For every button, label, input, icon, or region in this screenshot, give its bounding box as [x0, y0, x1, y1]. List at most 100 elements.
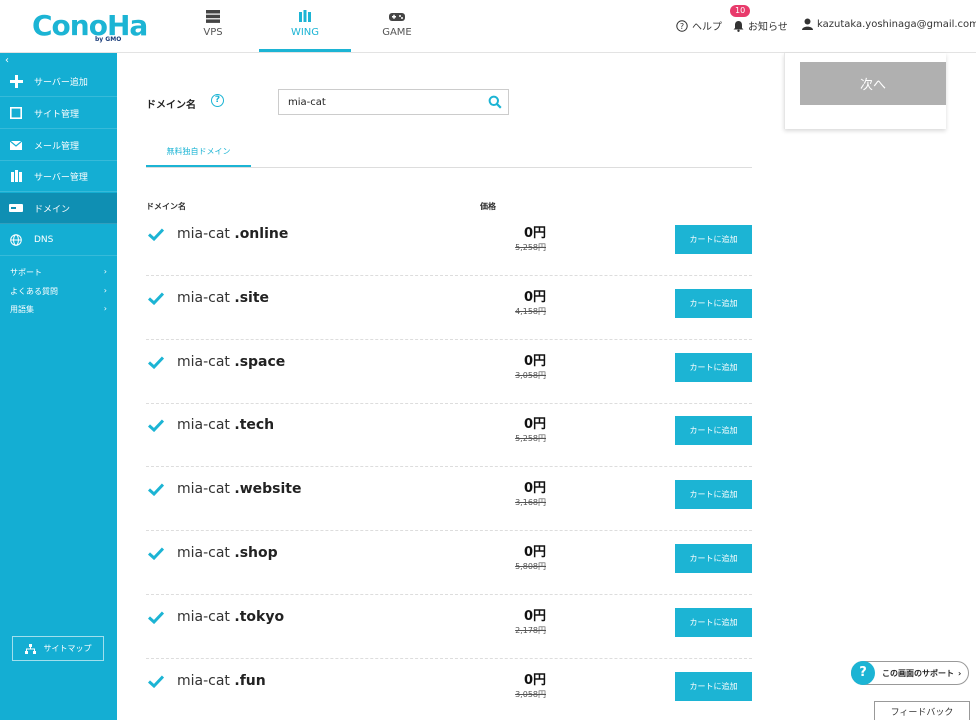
plus-icon — [9, 74, 23, 88]
sidebar-item-label: ドメイン — [34, 204, 71, 215]
sitemap-label: サイトマップ — [43, 644, 92, 653]
sidebar-link-label: よくある質問 — [10, 287, 58, 296]
domain-price: 0円 — [523, 608, 546, 624]
check-icon — [148, 356, 164, 369]
domain-original-price: 5,258円 — [515, 434, 546, 444]
domain-row: mia-cat .fun 0円 3,058円 カートに追加 — [146, 659, 752, 720]
domain-original-price: 3,168円 — [515, 498, 546, 508]
domain-name: mia-cat .website — [177, 481, 301, 497]
help-icon: ? — [676, 19, 688, 32]
bell-icon — [733, 20, 744, 32]
tab-wing[interactable]: WING — [259, 0, 351, 52]
conoha-logo[interactable]: ConoHa by GMO — [32, 9, 148, 45]
domain-row: mia-cat .shop 0円 5,808円 カートに追加 — [146, 531, 752, 595]
column-header-domain: ドメイン名 — [146, 202, 186, 211]
sitemap-button[interactable]: サイトマップ — [12, 636, 104, 661]
tab-vps[interactable]: VPS — [167, 0, 259, 52]
domain-row: mia-cat .space 0円 3,058円 カートに追加 — [146, 340, 752, 404]
domain-name: mia-cat .online — [177, 226, 288, 242]
domain-tld: .tech — [234, 417, 275, 434]
sidebar-item-domain[interactable]: ドメイン — [0, 193, 117, 224]
notice-link[interactable]: お知らせ — [733, 18, 788, 33]
tab-vps-label: VPS — [203, 27, 223, 38]
domain-original-price: 5,258円 — [515, 243, 546, 252]
chevron-right-icon: › — [103, 267, 107, 276]
search-icon[interactable] — [488, 95, 502, 109]
sidebar: ‹ サーバー追加 サイト管理 メール管理 サーバー管理 ドメイン DNS サポー… — [0, 53, 117, 720]
domain-row: mia-cat .tokyo 0円 2,178円 カートに追加 — [146, 595, 752, 659]
domain-name: mia-cat .shop — [177, 545, 278, 561]
sidebar-link-glossary[interactable]: 用語集 › — [10, 304, 107, 315]
domain-base: mia-cat — [177, 608, 235, 625]
add-to-cart-button[interactable]: カートに追加 — [675, 544, 752, 573]
domain-name: mia-cat .tokyo — [177, 609, 284, 625]
tab-free-domain[interactable]: 無料独自ドメイン — [146, 142, 251, 168]
domain-search-input[interactable] — [279, 90, 479, 115]
user-email: kazutaka.yoshinaga@gmail.com — [817, 18, 976, 30]
domain-base: mia-cat — [177, 289, 235, 306]
sidebar-link-support[interactable]: サポート › — [10, 267, 107, 278]
sidebar-item-label: DNS — [34, 235, 54, 245]
sidebar-item-mail[interactable]: メール管理 — [0, 130, 117, 161]
domain-price: 0円 — [523, 481, 546, 497]
window-icon — [9, 106, 23, 120]
domain-original-price: 3,058円 — [515, 689, 546, 699]
sidebar-link-label: 用語集 — [10, 305, 34, 314]
sidebar-item-label: サイト管理 — [34, 109, 80, 120]
wing-icon — [299, 10, 311, 22]
domain-row: mia-cat .website 0円 3,168円 カートに追加 — [146, 467, 752, 532]
domain-base: mia-cat — [177, 672, 235, 689]
sidebar-item-site[interactable]: サイト管理 — [0, 98, 117, 129]
collapse-sidebar-button[interactable]: ‹ — [5, 55, 9, 66]
add-to-cart-button[interactable]: カートに追加 — [675, 225, 752, 254]
domain-search-box — [278, 89, 509, 115]
tab-game[interactable]: GAME — [351, 0, 443, 52]
question-icon: ? — [851, 661, 875, 685]
user-icon — [802, 18, 813, 30]
check-icon — [148, 292, 164, 305]
domain-search-label: ドメイン名 — [146, 100, 196, 111]
domain-base: mia-cat — [177, 545, 235, 561]
domain-tld: .website — [234, 481, 302, 498]
server-manage-icon — [9, 169, 23, 183]
check-icon — [148, 483, 164, 497]
gamepad-icon — [389, 13, 405, 21]
next-button[interactable]: 次へ — [800, 62, 946, 105]
top-header: ConoHa by GMO VPS WING GAME ? ヘルプ お知らせ 1… — [0, 0, 976, 53]
sidebar-link-faq[interactable]: よくある質問 › — [10, 286, 107, 297]
sidebar-item-add-server[interactable]: サーバー追加 — [0, 66, 117, 97]
screen-support-label: この画面のサポート — [882, 668, 954, 678]
domain-price: 0円 — [523, 545, 546, 560]
help-circle-icon[interactable]: ? — [211, 94, 224, 107]
add-to-cart-button[interactable]: カートに追加 — [675, 607, 752, 637]
domain-tld: .tokyo — [234, 608, 285, 625]
add-to-cart-button[interactable]: カートに追加 — [675, 416, 752, 446]
domain-row: mia-cat .tech 0円 5,258円 カートに追加 — [146, 403, 752, 468]
check-icon — [148, 547, 164, 560]
column-header-price: 価格 — [480, 202, 496, 211]
check-icon — [148, 419, 164, 433]
domain-original-price: 5,808円 — [515, 562, 546, 571]
help-link[interactable]: ? ヘルプ — [676, 18, 722, 33]
add-to-cart-button[interactable]: カートに追加 — [675, 352, 752, 382]
user-menu[interactable]: kazutaka.yoshinaga@gmail.com — [802, 18, 976, 30]
sidebar-item-server-manage[interactable]: サーバー管理 — [0, 161, 117, 192]
add-to-cart-button[interactable]: カートに追加 — [675, 671, 752, 701]
add-to-cart-button[interactable]: カートに追加 — [675, 480, 752, 510]
sidebar-item-label: メール管理 — [34, 141, 80, 152]
domain-tld: .online — [234, 226, 289, 242]
help-label: ヘルプ — [692, 22, 722, 33]
check-icon — [148, 228, 164, 241]
domain-row: mia-cat .site 0円 4,158円 カートに追加 — [146, 276, 752, 340]
sitemap-icon — [24, 643, 36, 654]
screen-support-button[interactable]: ? この画面のサポート › — [851, 661, 969, 685]
notice-label: お知らせ — [748, 22, 788, 33]
domain-tld: .site — [234, 289, 270, 306]
domain-base: mia-cat — [177, 417, 235, 434]
feedback-button[interactable]: フィードバック — [874, 701, 970, 720]
domain-base: mia-cat — [177, 226, 235, 242]
sidebar-link-label: サポート — [10, 268, 42, 277]
sidebar-item-dns[interactable]: DNS — [0, 225, 117, 256]
globe-icon — [9, 233, 23, 247]
add-to-cart-button[interactable]: カートに追加 — [675, 288, 752, 318]
